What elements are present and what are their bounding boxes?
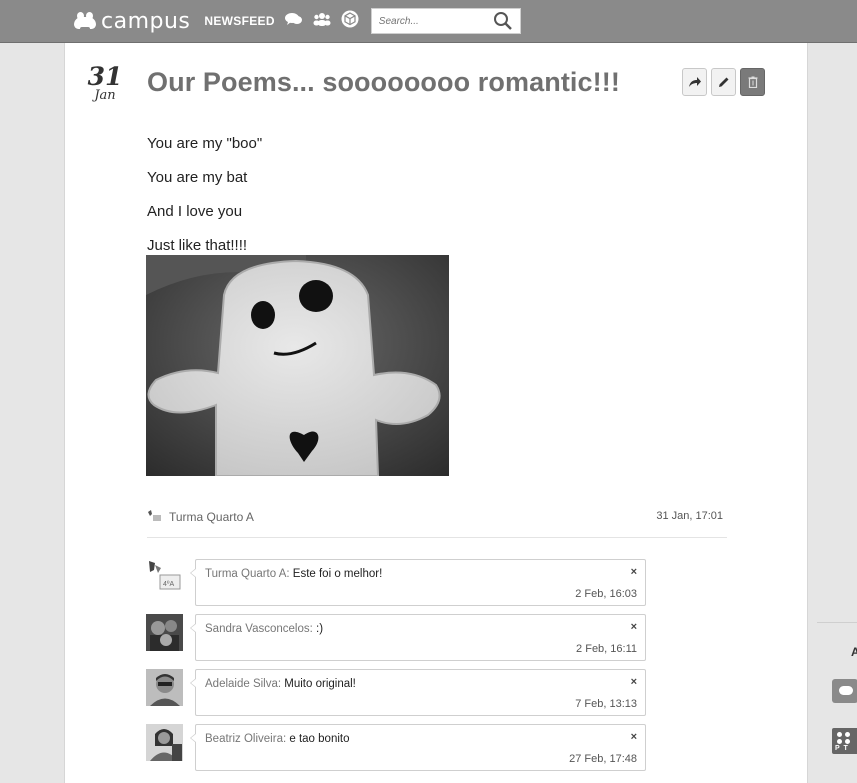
comment-timestamp: 27 Feb, 17:48 [569,753,637,765]
top-navbar: campus NEWSFEED [0,0,857,43]
comment-item: Adelaide Silva: Muito original! × 7 Feb,… [146,669,646,724]
avatar[interactable] [146,724,183,761]
delete-comment-button[interactable]: × [631,621,637,633]
right-sidebar: A P T [817,622,857,783]
comment-bubble: Turma Quarto A: Este foi o melhor! × 2 F… [190,559,646,606]
svg-text:4ºA: 4ºA [163,581,174,588]
post-body: You are my "boo" You are my bat And I lo… [147,127,262,263]
date-month: Jan [94,88,116,103]
post-date: 31 Jan [85,62,125,103]
navbar-content: campus NEWSFEED [74,6,521,36]
comment-bubble: Adelaide Silva: Muito original! × 7 Feb,… [190,669,646,716]
post-card: 31 Jan Our Poems... soooooooo romantic!!… [64,43,808,783]
pencil-icon [718,77,728,87]
post-author-row: Turma Quarto A 31 Jan, 17:01 [147,508,727,538]
chat-icon[interactable] [284,12,303,30]
campus-logo-icon[interactable] [74,12,96,31]
poem-line: You are my "boo" [147,135,263,152]
avatar[interactable] [146,614,183,651]
avatar[interactable]: 4ºA [146,559,183,596]
share-icon [688,77,701,87]
comment-author[interactable]: Beatriz Oliveira: [205,733,286,745]
post-author-name[interactable]: Turma Quarto A [169,510,254,524]
share-button[interactable] [682,68,707,96]
trash-icon [748,76,757,88]
delete-comment-button[interactable]: × [631,731,637,743]
author-avatar[interactable] [147,509,163,523]
cube-icon[interactable] [341,10,359,32]
comment-content: Sandra Vasconcelos: :) [205,623,323,635]
comment-author[interactable]: Sandra Vasconcelos: [205,623,313,635]
delete-comment-button[interactable]: × [631,676,637,688]
delete-button[interactable] [740,68,765,96]
delete-comment-button[interactable]: × [631,566,637,578]
sidebar-logo-letters: P T [835,745,849,752]
comment-item: Beatriz Oliveira: e tao bonito × 27 Feb,… [146,724,646,779]
campus-logo-icon [839,686,853,695]
comment-content: Adelaide Silva: Muito original! [205,678,356,690]
search-input[interactable] [371,10,490,32]
comment-timestamp: 2 Feb, 16:11 [576,643,637,655]
post-actions [682,68,765,96]
comment-timestamp: 7 Feb, 13:13 [575,698,637,710]
comment-list: 4ºA Turma Quarto A: Este foi o melhor! ×… [146,559,646,779]
comment-content: Turma Quarto A: Este foi o melhor! [205,568,382,580]
post-photo[interactable] [146,255,449,476]
search-box[interactable] [370,8,521,34]
campus-logo-text[interactable]: campus [101,9,190,34]
search-icon[interactable] [490,10,516,32]
poem-line: You are my bat [147,169,248,186]
comment-text: e tao bonito [289,733,350,745]
comment-timestamp: 2 Feb, 16:03 [575,588,637,600]
comment-bubble: Sandra Vasconcelos: :) × 2 Feb, 16:11 [190,614,646,661]
avatar[interactable] [146,669,183,706]
comment-item: 4ºA Turma Quarto A: Este foi o melhor! ×… [146,559,646,614]
date-day: 31 [87,62,123,91]
comment-item: Sandra Vasconcelos: :) × 2 Feb, 16:11 [146,614,646,669]
sidebar-heading-letter: A [851,645,857,659]
comment-text: :) [316,623,324,635]
edit-button[interactable] [711,68,736,96]
comment-text: Este foi o melhor! [292,568,383,580]
nav-newsfeed[interactable]: NEWSFEED [204,14,274,28]
comment-text: Muito original! [284,678,356,690]
post-timestamp: 31 Jan, 17:01 [656,510,723,522]
group-icon[interactable] [313,12,331,31]
sidebar-campus-button[interactable] [832,679,857,703]
poem-line: And I love you [147,203,243,220]
comment-content: Beatriz Oliveira: e tao bonito [205,733,349,745]
comment-author[interactable]: Adelaide Silva: [205,678,281,690]
comment-author[interactable]: Turma Quarto A: [205,568,290,580]
post-title: Our Poems... soooooooo romantic!!! [147,67,620,97]
comment-bubble: Beatriz Oliveira: e tao bonito × 27 Feb,… [190,724,646,771]
sidebar-pt-logo[interactable]: P T [832,728,857,754]
